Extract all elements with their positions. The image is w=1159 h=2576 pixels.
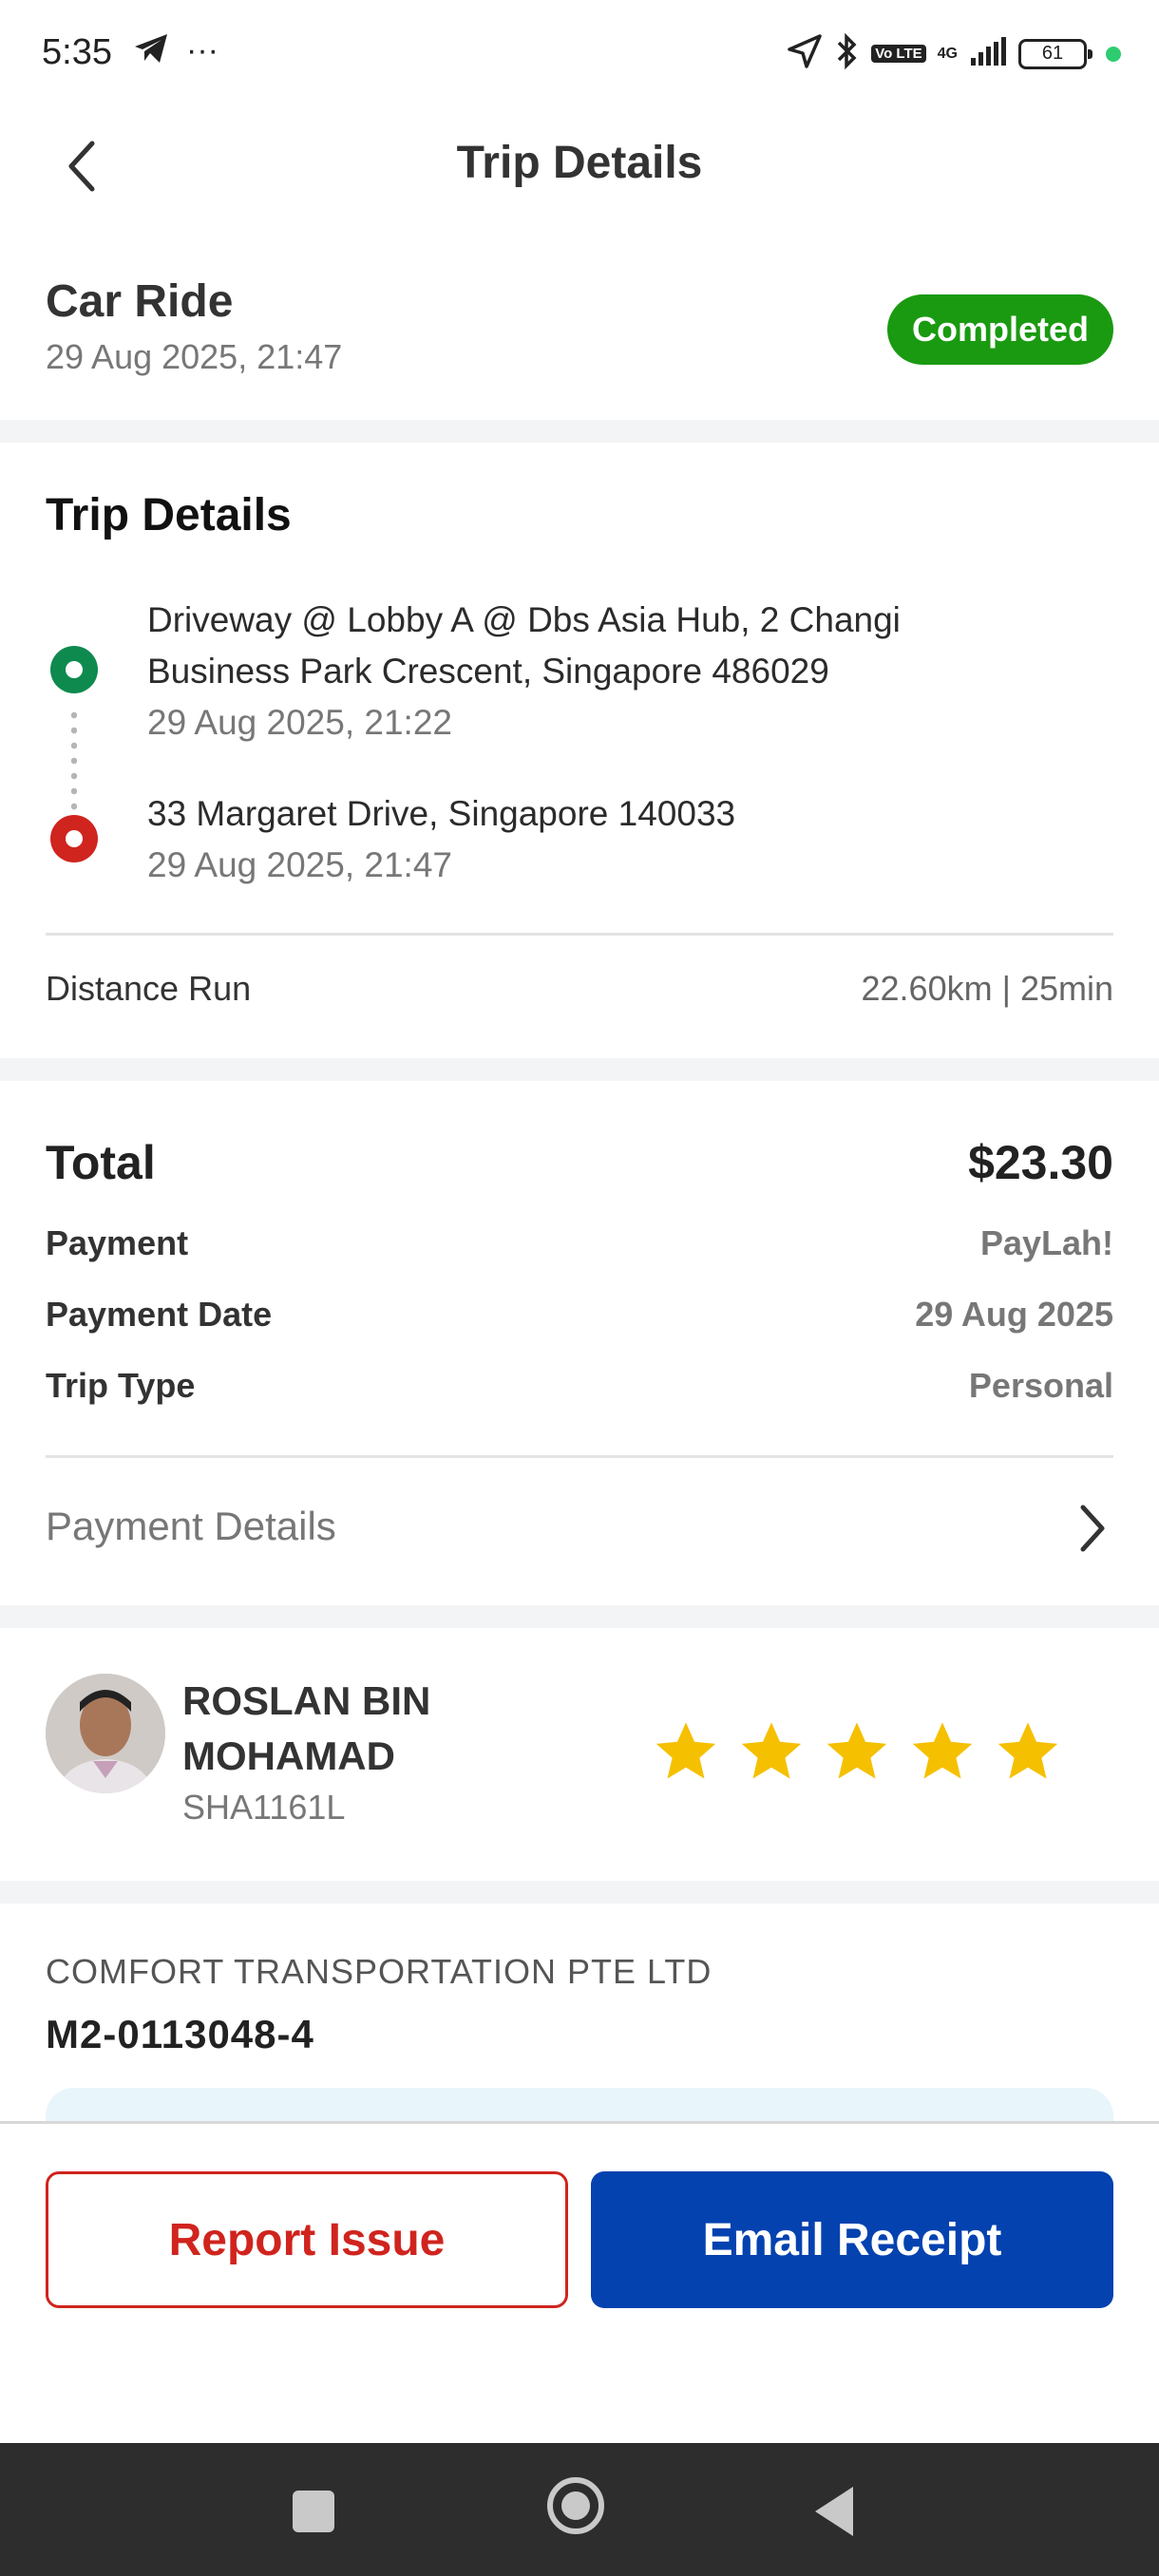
driver-name: ROSLAN BIN MOHAMAD <box>182 1674 581 1784</box>
payment-details-label: Payment Details <box>46 1504 336 1548</box>
email-receipt-button[interactable]: Email Receipt <box>591 2171 1113 2308</box>
star-icon[interactable] <box>908 1717 977 1786</box>
section-title-trip-details: Trip Details <box>46 490 292 540</box>
status-left-icons: ··· <box>133 32 218 69</box>
status-time: 5:35 <box>42 32 112 72</box>
section-divider <box>0 1881 1159 1904</box>
section-divider <box>0 1058 1159 1081</box>
chevron-right-icon <box>1080 1505 1105 1552</box>
recent-apps-button[interactable] <box>293 2491 334 2532</box>
divider <box>46 933 1113 936</box>
telegram-icon <box>133 32 169 69</box>
status-bar: 5:35 ··· Vo LTE 4G 61 <box>0 0 1159 104</box>
page-title: Trip Details <box>456 138 703 188</box>
total-label: Total <box>46 1136 156 1189</box>
volte-icon: Vo LTE <box>871 45 926 63</box>
payment-date-value: 29 Aug 2025 <box>915 1295 1113 1334</box>
licence-number: M2-0113048-4 <box>46 2012 314 2056</box>
section-divider <box>0 420 1159 443</box>
pickup-pin-icon <box>50 646 98 693</box>
star-icon[interactable] <box>737 1717 806 1786</box>
pickup-stop: Driveway @ Lobby A @ Dbs Asia Hub, 2 Cha… <box>147 595 1097 748</box>
status-right-icons: Vo LTE 4G 61 <box>786 32 1121 75</box>
battery-level: 61 <box>1041 43 1064 64</box>
payment-date-label: Payment Date <box>46 1295 273 1334</box>
route-line <box>71 708 77 812</box>
back-nav-button[interactable] <box>815 2487 853 2536</box>
system-nav-bar <box>0 2443 1159 2576</box>
pickup-time: 29 Aug 2025, 21:22 <box>147 703 452 742</box>
distance-label: Distance Run <box>46 969 252 1008</box>
privacy-indicator-icon <box>1106 46 1121 62</box>
distance-value: 22.60km | 25min <box>861 969 1113 1008</box>
total-value: $23.30 <box>968 1136 1113 1189</box>
driver-name-line2: MOHAMAD <box>182 1733 395 1778</box>
pickup-address-line2: Business Park Crescent, Singapore 486029 <box>147 652 829 691</box>
bluetooth-icon <box>835 32 860 75</box>
vehicle-plate: SHA1161L <box>182 1788 346 1827</box>
app-header: Trip Details <box>0 104 1159 228</box>
signal-icon <box>969 37 1007 70</box>
payment-method-label: Payment <box>46 1223 189 1262</box>
home-button[interactable] <box>547 2477 604 2534</box>
report-issue-button[interactable]: Report Issue <box>46 2171 568 2308</box>
trip-type-label: Trip Type <box>46 1366 196 1405</box>
star-icon[interactable] <box>994 1717 1062 1786</box>
company-name: COMFORT TRANSPORTATION PTE LTD <box>46 1952 712 1991</box>
dropoff-time: 29 Aug 2025, 21:47 <box>147 845 452 884</box>
rating-stars[interactable] <box>652 1717 1062 1786</box>
star-icon[interactable] <box>652 1717 720 1786</box>
dropoff-stop: 33 Margaret Drive, Singapore 140033 29 A… <box>147 788 1097 891</box>
section-divider <box>0 1605 1159 1628</box>
trip-type-value: Personal <box>968 1366 1113 1405</box>
battery-icon: 61 <box>1018 38 1092 69</box>
location-icon <box>786 32 824 75</box>
driver-name-line1: ROSLAN BIN <box>182 1678 431 1723</box>
dropoff-pin-icon <box>50 815 98 862</box>
payment-details-link[interactable]: Payment Details <box>0 1458 1159 1601</box>
more-notifications-icon: ··· <box>186 32 218 68</box>
dropoff-address: 33 Margaret Drive, Singapore 140033 <box>147 794 736 833</box>
network-type: 4G <box>937 45 958 62</box>
pickup-address-line1: Driveway @ Lobby A @ Dbs Asia Hub, 2 Cha… <box>147 600 901 639</box>
bottom-actions: Report Issue Email Receipt <box>0 2121 1159 2444</box>
payment-method-value: PayLah! <box>979 1223 1113 1262</box>
trip-summary: Car Ride 29 Aug 2025, 21:47 Completed <box>46 275 1113 389</box>
star-icon[interactable] <box>823 1717 891 1786</box>
driver-avatar <box>46 1674 165 1793</box>
status-badge: Completed <box>886 294 1113 365</box>
